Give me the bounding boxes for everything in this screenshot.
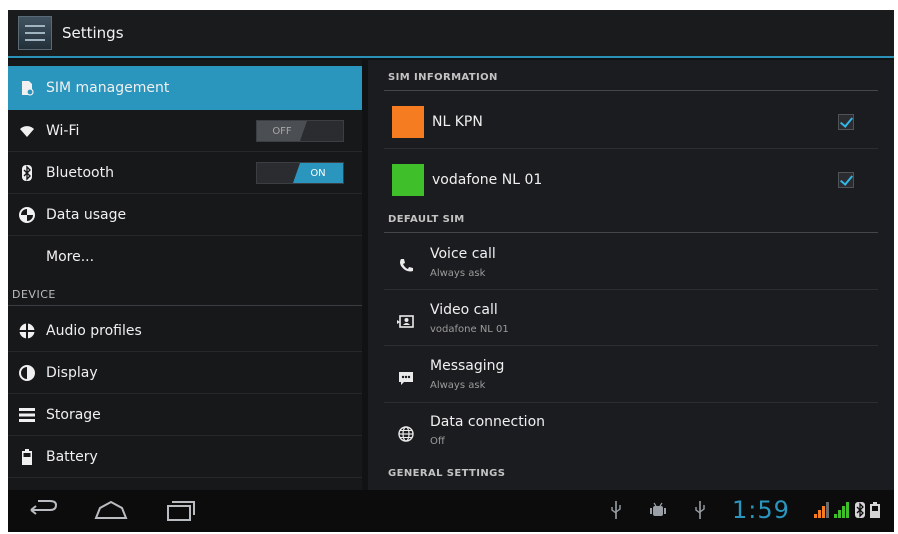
android-debug-icon xyxy=(650,501,666,523)
sidebar-item-label: Data usage xyxy=(46,206,127,223)
sidebar-item-wifi[interactable]: Wi-Fi OFF xyxy=(8,110,362,152)
option-title: Voice call xyxy=(430,246,496,262)
sidebar-item-bluetooth[interactable]: Bluetooth ON xyxy=(8,152,362,194)
sidebar-item-data-usage[interactable]: Data usage xyxy=(8,194,362,236)
sidebar-item-storage[interactable]: Storage xyxy=(8,394,362,436)
settings-sidebar: SIM management Wi-Fi OFF Bluetooth ON Da… xyxy=(8,60,362,490)
sim-color-swatch xyxy=(392,106,424,138)
option-subtitle: vodafone NL 01 xyxy=(430,324,509,335)
sim-card-icon xyxy=(18,79,36,97)
sidebar-item-label: Display xyxy=(46,364,98,381)
message-icon xyxy=(396,368,416,388)
divider xyxy=(8,305,362,306)
back-button[interactable] xyxy=(28,498,58,527)
home-button[interactable] xyxy=(94,498,128,527)
video-call-icon xyxy=(396,312,416,332)
phone-icon xyxy=(396,256,416,276)
sim-management-panel: SIM INFORMATION NL KPN vodafone NL 01 DE… xyxy=(368,60,894,490)
page-title: Settings xyxy=(62,24,124,42)
sim-information-header: SIM INFORMATION xyxy=(388,72,498,83)
globe-icon xyxy=(396,424,416,444)
signal-sim1-icon xyxy=(814,502,832,518)
sidebar-item-audio-profiles[interactable]: Audio profiles xyxy=(8,310,362,352)
option-subtitle: Off xyxy=(430,436,445,447)
sidebar-item-label: Bluetooth xyxy=(46,164,114,181)
signal-sim2-icon xyxy=(834,502,852,518)
divider xyxy=(384,345,878,346)
settings-app-icon[interactable] xyxy=(18,16,52,50)
battery-status-icon xyxy=(870,502,880,522)
storage-icon xyxy=(18,406,36,424)
sim-color-swatch xyxy=(392,164,424,196)
option-title: Data connection xyxy=(430,414,546,430)
option-title: Messaging xyxy=(430,358,505,374)
general-settings-header: GENERAL SETTINGS xyxy=(388,468,506,479)
tablet-screen: Settings SIM management Wi-Fi OFF Blueto… xyxy=(8,10,894,532)
device-section-header: DEVICE xyxy=(12,288,56,301)
data-usage-icon xyxy=(18,206,36,224)
sim-name: NL KPN xyxy=(432,114,483,130)
sidebar-item-label: More... xyxy=(46,249,95,265)
display-icon xyxy=(18,364,36,382)
toggle-state: ON xyxy=(293,163,343,183)
sidebar-item-label: Battery xyxy=(46,448,98,465)
audio-profiles-icon xyxy=(18,322,36,340)
divider xyxy=(384,402,878,403)
default-sim-header: DEFAULT SIM xyxy=(388,214,465,225)
sidebar-item-battery[interactable]: Battery xyxy=(8,436,362,478)
toggle-state: OFF xyxy=(257,121,307,141)
option-title: Video call xyxy=(430,302,498,318)
sidebar-item-label: Storage xyxy=(46,406,101,423)
bluetooth-icon xyxy=(18,164,36,182)
divider xyxy=(384,148,878,149)
bluetooth-status-icon xyxy=(855,502,865,522)
sidebar-item-label: Audio profiles xyxy=(46,322,142,339)
option-subtitle: Always ask xyxy=(430,380,486,391)
status-clock: 1:59 xyxy=(732,496,790,524)
divider xyxy=(384,232,878,233)
divider xyxy=(384,90,878,91)
action-bar: Settings xyxy=(8,10,894,58)
sidebar-item-label: Wi-Fi xyxy=(46,122,80,139)
usb-icon xyxy=(694,501,706,523)
divider xyxy=(384,289,878,290)
sidebar-item-display[interactable]: Display xyxy=(8,352,362,394)
system-navigation-bar: 1:59 xyxy=(8,490,894,532)
wifi-icon xyxy=(18,122,36,140)
wifi-toggle[interactable]: OFF xyxy=(256,120,344,142)
sim-name: vodafone NL 01 xyxy=(432,172,543,188)
usb-icon xyxy=(610,501,622,523)
sim-checkbox[interactable] xyxy=(838,114,854,130)
sim-checkbox[interactable] xyxy=(838,172,854,188)
battery-icon xyxy=(18,448,36,466)
recent-apps-button[interactable] xyxy=(166,498,196,527)
option-subtitle: Always ask xyxy=(430,268,486,279)
sidebar-item-sim-management[interactable]: SIM management xyxy=(8,66,362,110)
sidebar-item-more[interactable]: More... xyxy=(8,236,362,278)
sidebar-item-label: SIM management xyxy=(46,80,170,96)
bluetooth-toggle[interactable]: ON xyxy=(256,162,344,184)
